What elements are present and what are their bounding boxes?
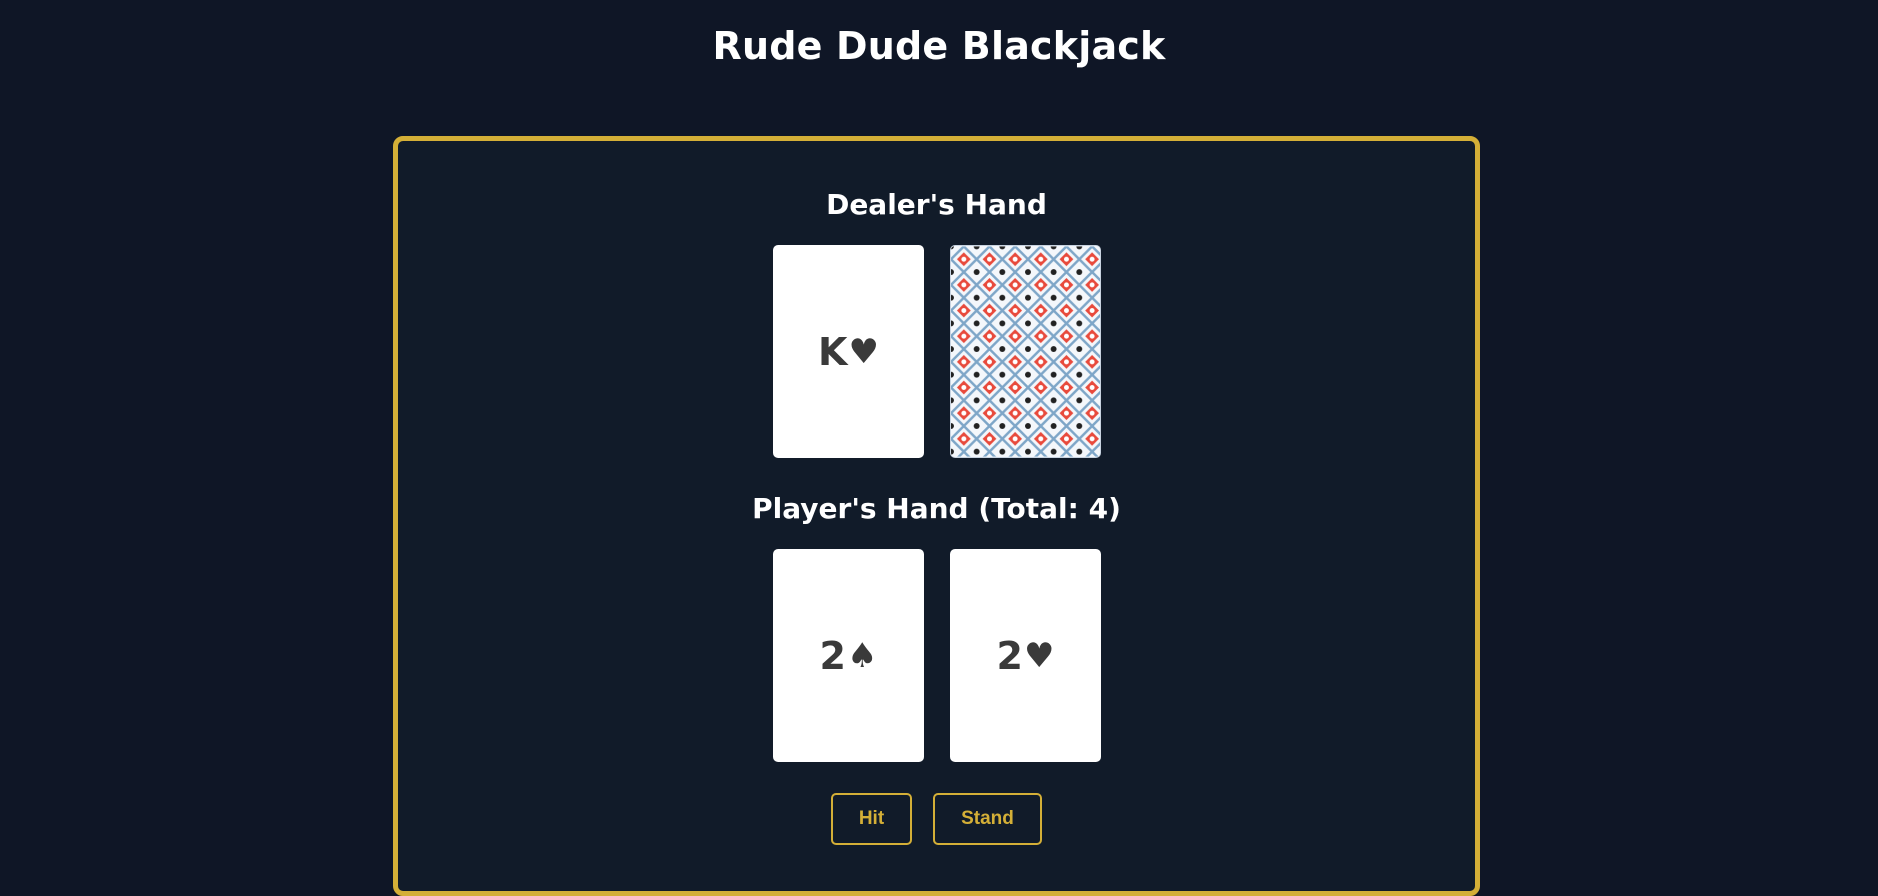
blackjack-table: Dealer's Hand K ♥ Player's Hand (Total: … <box>393 136 1480 896</box>
dealer-card-face-down <box>950 245 1101 458</box>
spade-icon: ♠ <box>846 635 878 676</box>
dealer-card-face-up: K ♥ <box>773 245 924 458</box>
dealer-hand-title: Dealer's Hand <box>826 188 1047 221</box>
stand-button[interactable]: Stand <box>933 793 1042 845</box>
card-rank: 2 <box>996 633 1023 678</box>
heart-icon: ♥ <box>1023 635 1055 676</box>
heart-icon: ♥ <box>848 331 879 372</box>
hit-button[interactable]: Hit <box>831 793 912 845</box>
page-title: Rude Dude Blackjack <box>712 24 1166 68</box>
card-face: K ♥ <box>818 330 879 374</box>
player-hand-title: Player's Hand (Total: 4) <box>752 492 1121 525</box>
card-rank: K <box>818 329 848 374</box>
card-rank: 2 <box>819 633 846 678</box>
player-card: 2 ♠ <box>773 549 924 762</box>
player-card: 2 ♥ <box>950 549 1101 762</box>
card-face: 2 ♥ <box>997 634 1055 678</box>
card-back-pattern <box>951 246 1100 457</box>
card-face: 2 ♠ <box>820 634 878 678</box>
